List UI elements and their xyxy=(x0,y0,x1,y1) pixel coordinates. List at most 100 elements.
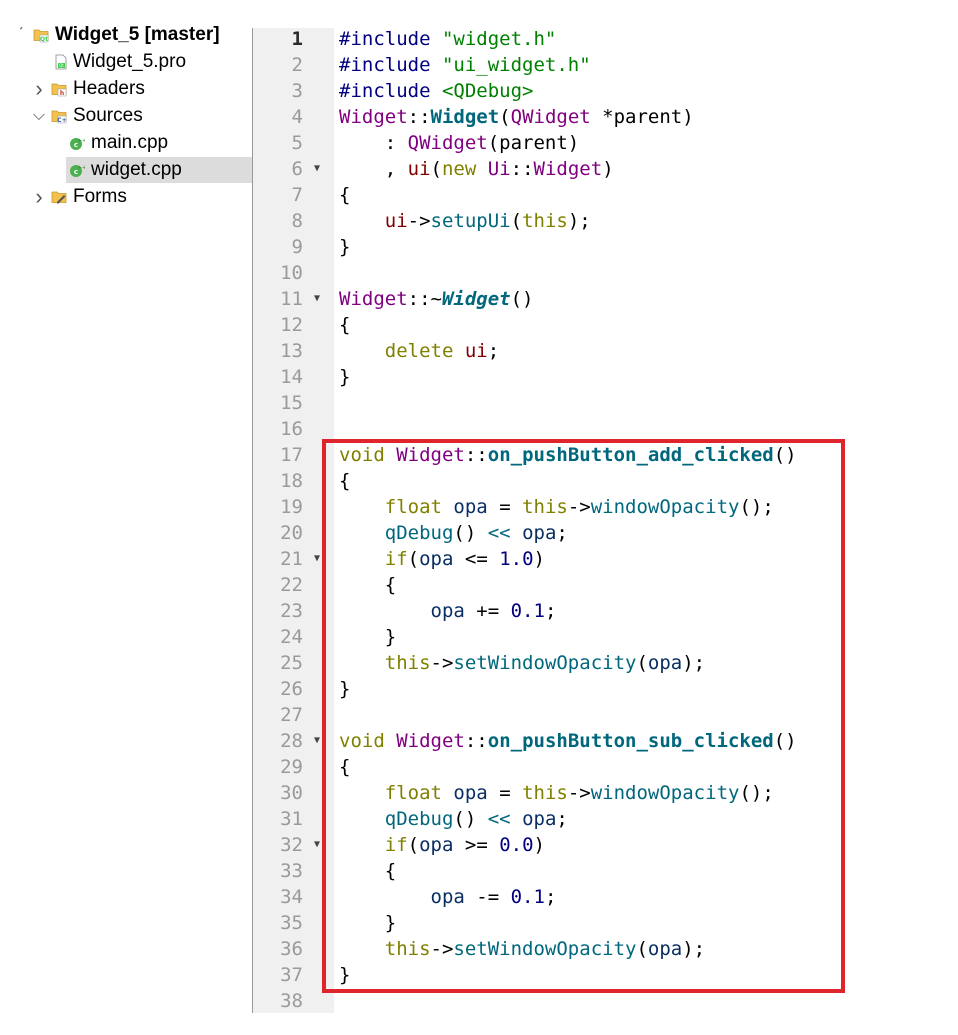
code-line[interactable]: 29 { xyxy=(0,754,958,780)
code-text: } xyxy=(339,676,350,702)
code-line[interactable]: 21 ▼ if(opa <= 1.0) xyxy=(0,546,958,572)
code-token: += xyxy=(464,600,511,622)
code-line[interactable]: 32 ▼ if(opa >= 0.0) xyxy=(0,832,958,858)
code-line[interactable]: 15 xyxy=(0,390,958,416)
code-token: float xyxy=(384,496,442,518)
code-token: << xyxy=(487,808,511,830)
code-text: qDebug() << opa; xyxy=(339,806,568,832)
code-line[interactable]: 30 float opa = this->windowOpacity(); xyxy=(0,780,958,806)
code-token: ( xyxy=(499,106,511,128)
code-token: () xyxy=(453,808,488,830)
code-token: ); xyxy=(567,210,591,232)
code-line[interactable]: 28 ▼ void Widget::on_pushButton_sub_clicke… xyxy=(0,728,958,754)
code-line[interactable]: 34 opa -= 0.1; xyxy=(0,884,958,910)
code-line[interactable]: 1 #include "widget.h" xyxy=(0,26,958,52)
code-token: if xyxy=(384,834,408,856)
code-line[interactable]: 7{ xyxy=(0,182,958,208)
code-token: *parent) xyxy=(590,106,694,128)
fold-marker-icon[interactable]: ▼ xyxy=(314,286,326,312)
code-text: { xyxy=(339,754,350,780)
code-line[interactable]: 16 xyxy=(0,416,958,442)
code-token: ; xyxy=(544,600,557,622)
code-line[interactable]: 22 { xyxy=(0,572,958,598)
code-line[interactable]: 20 qDebug() << opa; xyxy=(0,520,958,546)
line-number: 12 xyxy=(280,314,303,336)
line-number: 37 xyxy=(280,964,303,986)
line-number: 25 xyxy=(280,652,303,674)
code-token: delete xyxy=(384,340,454,362)
code-line[interactable]: 2 #include "ui_widget.h" xyxy=(0,52,958,78)
code-line[interactable]: 25 this->setWindowOpacity(opa); xyxy=(0,650,958,676)
line-number: 32 xyxy=(280,834,303,856)
line-number: 16 xyxy=(280,418,303,440)
code-line[interactable]: 33 { xyxy=(0,858,958,884)
code-line[interactable]: 27 xyxy=(0,702,958,728)
line-number: 24 xyxy=(280,626,303,648)
fold-marker-icon[interactable]: ▼ xyxy=(314,546,326,572)
code-line[interactable]: 14} xyxy=(0,364,958,390)
code-text: { xyxy=(339,572,396,598)
code-token: -= xyxy=(464,886,511,908)
code-line[interactable]: 4 Widget::Widget(QWidget *parent) xyxy=(0,104,958,130)
code-line[interactable]: 13 delete ui; xyxy=(0,338,958,364)
code-token: Widget xyxy=(396,730,465,752)
code-line[interactable]: 6 ▼ , ui(new Ui::Widget) xyxy=(0,156,958,182)
line-number: 11 xyxy=(280,288,303,310)
code-line[interactable]: 36 this->setWindowOpacity(opa); xyxy=(0,936,958,962)
code-text: qDebug() << opa; xyxy=(339,520,568,546)
code-token: (); xyxy=(739,782,774,804)
code-token: ui xyxy=(384,210,408,232)
line-number: 9 xyxy=(291,236,303,258)
code-token: #include xyxy=(339,28,442,50)
code-text: void Widget::on_pushButton_add_clicked() xyxy=(339,442,797,468)
code-token: if xyxy=(384,548,408,570)
line-number: 34 xyxy=(280,886,303,908)
fold-marker-icon[interactable]: ▼ xyxy=(314,728,326,754)
code-token: -> xyxy=(430,652,454,674)
code-token: ) xyxy=(533,834,545,856)
code-line[interactable]: 23 opa += 0.1; xyxy=(0,598,958,624)
code-line[interactable]: 24 } xyxy=(0,624,958,650)
code-line[interactable]: 5 : QWidget(parent) xyxy=(0,130,958,156)
code-line[interactable]: 38 xyxy=(0,988,958,1014)
code-line[interactable]: 31 qDebug() << opa; xyxy=(0,806,958,832)
code-line[interactable]: 35 } xyxy=(0,910,958,936)
code-line[interactable]: 8 ui->setupUi(this); xyxy=(0,208,958,234)
code-token: ( xyxy=(407,548,420,570)
code-token: Widget xyxy=(396,444,465,466)
line-number: 2 xyxy=(291,54,303,76)
code-text: this->setWindowOpacity(opa); xyxy=(339,650,705,676)
fold-marker-icon[interactable]: ▼ xyxy=(314,832,326,858)
code-text: this->setWindowOpacity(opa); xyxy=(339,936,705,962)
code-line[interactable]: 26} xyxy=(0,676,958,702)
fold-marker-icon[interactable]: ▼ xyxy=(314,156,326,182)
code-line[interactable]: 37} xyxy=(0,962,958,988)
code-text: void Widget::on_pushButton_sub_clicked() xyxy=(339,728,797,754)
code-token: qDebug xyxy=(384,808,454,830)
code-line[interactable]: 3 #include <QDebug> xyxy=(0,78,958,104)
code-line[interactable]: 12 { xyxy=(0,312,958,338)
line-number: 35 xyxy=(280,912,303,934)
line-number: 33 xyxy=(280,860,303,882)
code-line[interactable]: 9} xyxy=(0,234,958,260)
code-line[interactable]: 11 ▼ Widget::~Widget() xyxy=(0,286,958,312)
code-token: windowOpacity xyxy=(590,496,740,518)
code-line[interactable]: 10 xyxy=(0,260,958,286)
code-token: qDebug xyxy=(384,522,454,544)
code-line[interactable]: 19 float opa = this->windowOpacity(); xyxy=(0,494,958,520)
line-number: 22 xyxy=(280,574,303,596)
code-line[interactable]: 18 { xyxy=(0,468,958,494)
code-token: 0.1 xyxy=(510,600,545,622)
line-number: 27 xyxy=(280,704,303,726)
code-line[interactable]: 17 void Widget::on_pushButton_add_clicked… xyxy=(0,442,958,468)
code-text: opa -= 0.1; xyxy=(339,884,557,910)
line-number: 3 xyxy=(291,80,303,102)
code-token: #include xyxy=(339,80,442,102)
